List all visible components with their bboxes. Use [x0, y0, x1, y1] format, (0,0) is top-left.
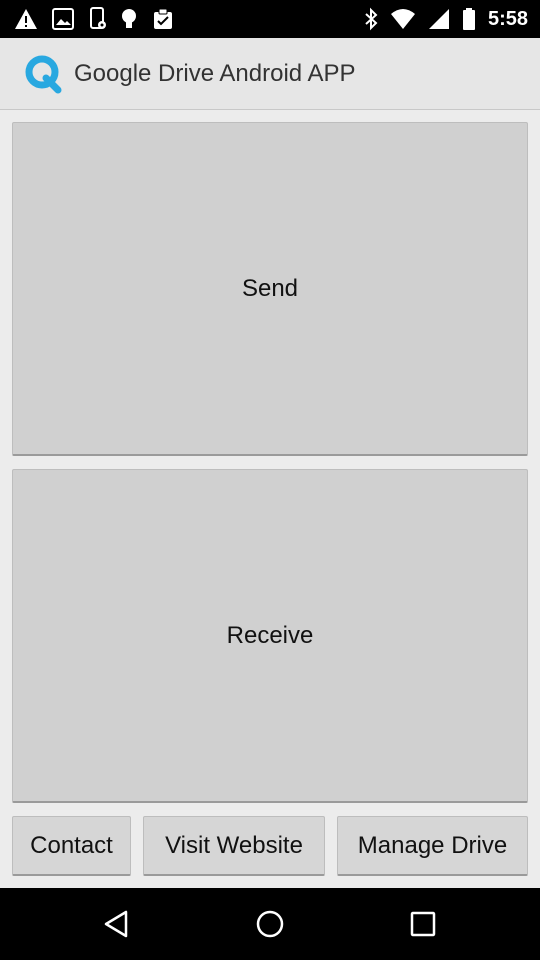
bottom-button-row: Contact Visit Website Manage Drive — [0, 816, 540, 876]
manage-drive-button[interactable]: Manage Drive — [337, 816, 528, 876]
app-bar: Google Drive Android APP — [0, 38, 540, 110]
battery-icon — [462, 7, 476, 31]
bluetooth-icon — [364, 7, 378, 31]
send-button[interactable]: Send — [12, 122, 528, 456]
visit-website-button[interactable]: Visit Website — [143, 816, 325, 876]
app-title: Google Drive Android APP — [74, 59, 356, 87]
contact-button[interactable]: Contact — [12, 816, 131, 876]
receive-button[interactable]: Receive — [12, 469, 528, 803]
wifi-icon — [390, 8, 416, 30]
notification-icons — [14, 7, 174, 31]
clipboard-check-icon — [152, 8, 174, 30]
recents-icon[interactable] — [393, 894, 453, 954]
q-logo-icon — [22, 52, 66, 96]
signal-icon — [428, 8, 450, 30]
system-icons: 5:58 — [364, 7, 528, 31]
status-bar: 5:58 — [0, 0, 540, 38]
navigation-bar — [0, 888, 540, 960]
main-content: Send Receive Contact Visit Website Manag… — [0, 110, 540, 888]
bulb-icon — [120, 7, 138, 31]
back-icon[interactable] — [87, 894, 147, 954]
phone-settings-icon — [88, 7, 106, 31]
clock: 5:58 — [487, 7, 528, 30]
image-icon — [52, 8, 74, 30]
home-icon[interactable] — [240, 894, 300, 954]
warning-icon — [14, 8, 38, 30]
